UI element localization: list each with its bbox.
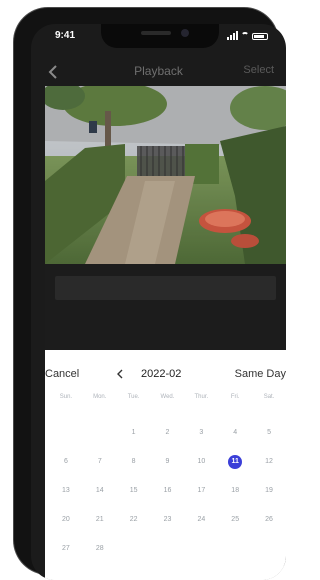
wifi-icon bbox=[241, 32, 249, 40]
camera-footage-image bbox=[45, 86, 286, 264]
calendar-day[interactable]: 26 bbox=[252, 513, 286, 542]
calendar-day-number: 1 bbox=[131, 429, 136, 436]
battery-icon bbox=[252, 33, 268, 40]
playback-timeline[interactable] bbox=[45, 264, 286, 350]
calendar-day[interactable]: 7 bbox=[83, 455, 117, 484]
calendar-day-number: 10 bbox=[197, 458, 206, 465]
calendar-day-number: 12 bbox=[265, 458, 273, 465]
calendar-day-selected[interactable]: 11 bbox=[218, 455, 252, 484]
calendar-day[interactable]: 16 bbox=[151, 484, 185, 513]
weekday-label: Mon. bbox=[93, 394, 107, 400]
calendar-day-number: 22 bbox=[129, 516, 138, 523]
calendar-day-number: 26 bbox=[265, 516, 273, 523]
calendar-day-number: 25 bbox=[231, 516, 240, 523]
calendar-day[interactable]: 9 bbox=[151, 455, 185, 484]
calendar-day-number: 23 bbox=[163, 516, 172, 523]
calendar-day[interactable]: 18 bbox=[218, 484, 252, 513]
calendar-day-number: 4 bbox=[233, 429, 238, 436]
calendar-day-number: 7 bbox=[97, 458, 102, 465]
status-icons bbox=[227, 31, 268, 40]
calendar-day[interactable]: 6 bbox=[49, 455, 83, 484]
calendar-day-number: 17 bbox=[197, 487, 206, 494]
playback-video[interactable] bbox=[45, 86, 286, 264]
weekday-label: Tue. bbox=[127, 394, 140, 400]
calendar-day-number: 19 bbox=[265, 487, 273, 494]
calendar-day-number: 3 bbox=[199, 429, 204, 436]
calendar-day[interactable]: 2 bbox=[151, 426, 185, 455]
calendar-day[interactable]: 23 bbox=[151, 513, 185, 542]
weekday-header: Sun. Mon. Tue. Wed. Thur. Fri. Sat. bbox=[49, 394, 286, 408]
calendar-day[interactable]: 5 bbox=[252, 426, 286, 455]
same-day-button[interactable]: Same Day bbox=[235, 368, 286, 380]
device-notch bbox=[101, 24, 219, 48]
front-camera bbox=[181, 29, 189, 37]
chevron-left-icon bbox=[117, 369, 123, 379]
select-button[interactable]: Select bbox=[243, 64, 274, 76]
calendar-day[interactable]: 20 bbox=[49, 513, 83, 542]
calendar-day-number: 24 bbox=[197, 516, 206, 523]
calendar-blank bbox=[49, 426, 83, 455]
calendar-day-number: 14 bbox=[95, 487, 104, 494]
previous-month-button[interactable] bbox=[111, 365, 129, 383]
calendar-day[interactable]: 12 bbox=[252, 455, 286, 484]
calendar-day[interactable]: 15 bbox=[117, 484, 151, 513]
calendar-day[interactable]: 24 bbox=[184, 513, 218, 542]
calendar-day-number: 21 bbox=[95, 516, 104, 523]
calendar-day[interactable]: 10 bbox=[184, 455, 218, 484]
calendar-day[interactable]: 14 bbox=[83, 484, 117, 513]
calendar-day-number: 9 bbox=[165, 458, 170, 465]
status-time: 9:41 bbox=[55, 30, 76, 41]
weekday-label: Wed. bbox=[160, 394, 175, 400]
speaker-grille bbox=[141, 31, 171, 35]
cellular-signal-icon bbox=[227, 31, 238, 40]
calendar-day-number: 6 bbox=[63, 458, 68, 465]
timeline-track[interactable] bbox=[55, 276, 276, 300]
calendar-day-number: 27 bbox=[62, 545, 70, 552]
phone-frame: 9:41 Playback Select Cancel 2022-02 Same… bbox=[14, 8, 286, 580]
calendar-day-number: 11 bbox=[228, 455, 243, 469]
calendar-day-number: 2 bbox=[165, 429, 170, 436]
calendar-day[interactable]: 22 bbox=[117, 513, 151, 542]
calendar-day[interactable]: 13 bbox=[49, 484, 83, 513]
calendar-day-number: 5 bbox=[267, 429, 272, 436]
weekday-label: Sat. bbox=[263, 394, 275, 400]
calendar-day[interactable]: 21 bbox=[83, 513, 117, 542]
weekday-label: Thur. bbox=[194, 394, 209, 400]
calendar-grid: 1 2 3 4 5 6 7 8 9 10 11 12 13 14 15 16 17 18 19 20 21 22 23 24 2… bbox=[49, 426, 286, 571]
month-label: 2022-02 bbox=[141, 368, 182, 380]
calendar-day-number: 28 bbox=[95, 545, 104, 552]
calendar-day-number: 18 bbox=[231, 487, 240, 494]
calendar-day-number: 8 bbox=[131, 458, 136, 465]
calendar-day[interactable]: 25 bbox=[218, 513, 252, 542]
calendar-day[interactable]: 17 bbox=[184, 484, 218, 513]
calendar-day-number: 15 bbox=[129, 487, 138, 494]
nav-bar: Playback Select bbox=[31, 50, 286, 90]
calendar-blank bbox=[83, 426, 117, 455]
calendar-day[interactable]: 8 bbox=[117, 455, 151, 484]
weekday-label: Sun. bbox=[59, 394, 73, 400]
cancel-button[interactable]: Cancel bbox=[45, 368, 79, 380]
calendar-day-number: 16 bbox=[163, 487, 172, 494]
calendar-day[interactable]: 3 bbox=[184, 426, 218, 455]
calendar-day[interactable]: 4 bbox=[218, 426, 252, 455]
app-screen: 9:41 Playback Select Cancel 2022-02 Same… bbox=[31, 24, 286, 580]
calendar-day-number: 20 bbox=[62, 516, 70, 523]
calendar-day-number: 13 bbox=[62, 487, 70, 494]
weekday-label: Fri. bbox=[230, 394, 240, 400]
date-picker-header: Cancel 2022-02 Same Day bbox=[45, 350, 286, 390]
calendar-day[interactable]: 1 bbox=[117, 426, 151, 455]
date-picker: Cancel 2022-02 Same Day Sun. Mon. Tue. Wed.… bbox=[45, 350, 286, 580]
home-area bbox=[45, 566, 286, 580]
calendar-day[interactable]: 19 bbox=[252, 484, 286, 513]
